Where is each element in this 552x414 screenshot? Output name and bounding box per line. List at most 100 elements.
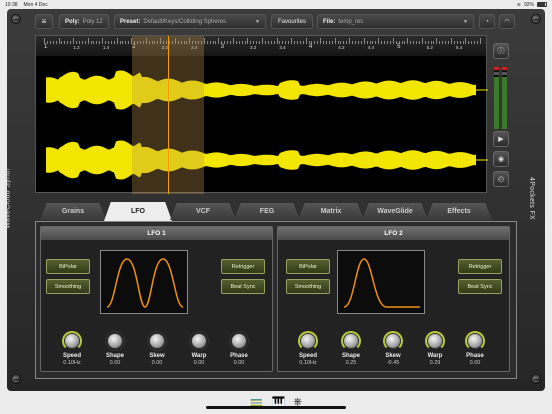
waveform-display[interactable] xyxy=(36,56,488,194)
level-meter-right xyxy=(502,67,507,129)
ruler-tick xyxy=(468,41,470,44)
battery-icon xyxy=(537,2,547,7)
lfo1-beat-sync-button[interactable]: Beat Sync xyxy=(221,279,265,294)
ruler-tick xyxy=(471,41,473,44)
lfo1-warp-value: 0.00 xyxy=(193,360,205,366)
ruler-tick xyxy=(288,41,290,44)
gauge-button[interactable]: ◠ xyxy=(499,14,515,29)
ruler-label: 3.2 xyxy=(250,45,257,50)
app-root: 10:38 Mon 4 Dec ≋ 92% WaveCloud Synth 4P… xyxy=(0,0,552,414)
ruler-tick xyxy=(389,41,391,44)
tab-feg[interactable]: FEG xyxy=(234,203,300,220)
preset-value: Default/Keys/Colliding Spheres xyxy=(143,18,227,25)
file-selector[interactable]: File: temp_rec ▼ xyxy=(317,14,474,29)
ruler-tick xyxy=(331,41,333,44)
ruler-tick xyxy=(450,38,452,44)
preset-selector[interactable]: Preset: Default/Keys/Colliding Spheres ▼ xyxy=(114,14,266,29)
ruler-tick xyxy=(360,41,362,44)
lfo2-warp-label: Warp xyxy=(427,353,443,359)
ruler-tick xyxy=(90,41,92,44)
poly-selector[interactable]: Poly: Poly 12 xyxy=(59,14,109,29)
lfo2-skew-label: Skew xyxy=(385,353,401,359)
status-bar: 10:38 Mon 4 Dec ≋ 92% xyxy=(0,0,552,9)
lfo1-title: LFO 1 xyxy=(41,227,272,240)
lfo2-phase-knob[interactable] xyxy=(465,331,485,351)
dial-button[interactable]: ◴ xyxy=(493,171,509,187)
favourites-button[interactable]: Favourites xyxy=(271,14,313,29)
menu-button[interactable]: ≡ xyxy=(35,14,53,29)
ruler-tick xyxy=(436,38,438,44)
ruler-tick xyxy=(250,41,252,44)
lfo2-warp-knob[interactable] xyxy=(425,331,445,351)
ruler-tick xyxy=(128,41,130,44)
lfo1-smoothing-button[interactable]: Smoothing xyxy=(46,279,90,294)
tab-lfo[interactable]: LFO xyxy=(104,202,172,221)
ruler-tick xyxy=(206,41,208,44)
ruler-tick xyxy=(113,41,115,44)
lfo1-phase-knob[interactable] xyxy=(229,331,249,351)
lfo2-retrigger-button[interactable]: Retrigger xyxy=(458,259,502,274)
ruler-tick xyxy=(363,38,365,44)
lfo2-skew-value: -0.45 xyxy=(386,360,400,366)
tab-vcf[interactable]: VCF xyxy=(170,203,236,220)
record-button[interactable]: ◉ xyxy=(493,151,509,167)
lfo2-shape-knob[interactable] xyxy=(341,331,361,351)
tab-effects[interactable]: Effects xyxy=(426,203,492,220)
lfo2-speed-knob[interactable] xyxy=(298,331,318,351)
file-label: File: xyxy=(323,18,336,25)
ruler-tick xyxy=(96,41,98,44)
sync-button[interactable]: ◔ xyxy=(479,14,495,29)
lfo2-bipolar-button[interactable]: BiPolar xyxy=(286,259,330,274)
ruler-label: 4.2 xyxy=(338,45,345,50)
info-button[interactable]: ⓘ xyxy=(493,43,509,59)
lfo2-smoothing-button[interactable]: Smoothing xyxy=(286,279,330,294)
ruler-tick xyxy=(247,38,249,44)
lfo1-speed-knob[interactable] xyxy=(62,331,82,351)
ruler-tick xyxy=(55,41,57,44)
ruler-tick xyxy=(78,41,80,44)
lfo2-skew-knob[interactable] xyxy=(383,331,403,351)
ruler-tick xyxy=(448,41,450,44)
transport-column: ⓘ ▶ ◉ ◴ xyxy=(490,35,515,193)
lfo1-bipolar-button[interactable]: BiPolar xyxy=(46,259,90,274)
tab-waveglide[interactable]: WaveGlide xyxy=(362,203,428,220)
lfo1-skew-value: 0.00 xyxy=(151,360,163,366)
ruler-tick xyxy=(375,41,377,44)
lfo1-retrigger-button[interactable]: Retrigger xyxy=(221,259,265,274)
ruler-tick xyxy=(116,38,118,44)
favourites-label: Favourites xyxy=(277,18,306,25)
ruler-tick xyxy=(366,41,368,44)
ruler-tick xyxy=(279,41,281,44)
playhead-marker[interactable] xyxy=(168,36,169,194)
ruler-tick xyxy=(73,38,75,44)
lfo1-waveform-scope xyxy=(100,250,188,314)
record-icon: ◉ xyxy=(497,156,505,163)
ruler-tick xyxy=(355,41,356,44)
time-ruler[interactable]: 1 1.2 1.4 2 2.2 2.4 3 3.2 3.4 4 4.2 4.4 5 5.2 5.4 xyxy=(36,36,486,56)
file-value: temp_rec xyxy=(338,18,364,25)
lfo1-speed-label: Speed xyxy=(62,353,81,359)
ruler-tick xyxy=(384,41,386,44)
ruler-tick xyxy=(320,38,322,44)
lfo1-warp-knob[interactable] xyxy=(189,331,209,351)
tab-matrix[interactable]: Matrix xyxy=(298,203,364,220)
lfo1-shape-knob[interactable] xyxy=(105,331,125,351)
info-icon: ⓘ xyxy=(497,48,505,55)
ruler-tick xyxy=(462,41,464,44)
home-indicator[interactable] xyxy=(206,406,346,409)
ruler-tick xyxy=(381,41,383,44)
waveform-panel[interactable]: 1 1.2 1.4 2 2.2 2.4 3 3.2 3.4 4 4.2 4.4 5 5.2 5.4 xyxy=(35,35,488,194)
play-button[interactable]: ▶ xyxy=(493,131,509,147)
status-time: 10:38 xyxy=(5,1,18,8)
menu-icon: ≡ xyxy=(41,17,47,26)
ruler-tick xyxy=(238,41,240,44)
ruler-tick xyxy=(386,41,388,44)
ruler-tick xyxy=(442,41,444,44)
tab-grains[interactable]: Grains xyxy=(40,203,106,220)
ruler-tick xyxy=(259,41,261,44)
lfo2-beat-sync-button[interactable]: Beat Sync xyxy=(458,279,502,294)
ruler-tick xyxy=(285,41,287,44)
ruler-tick xyxy=(67,41,69,44)
lfo1-skew-knob[interactable] xyxy=(147,331,167,351)
ruler-tick xyxy=(75,41,77,44)
